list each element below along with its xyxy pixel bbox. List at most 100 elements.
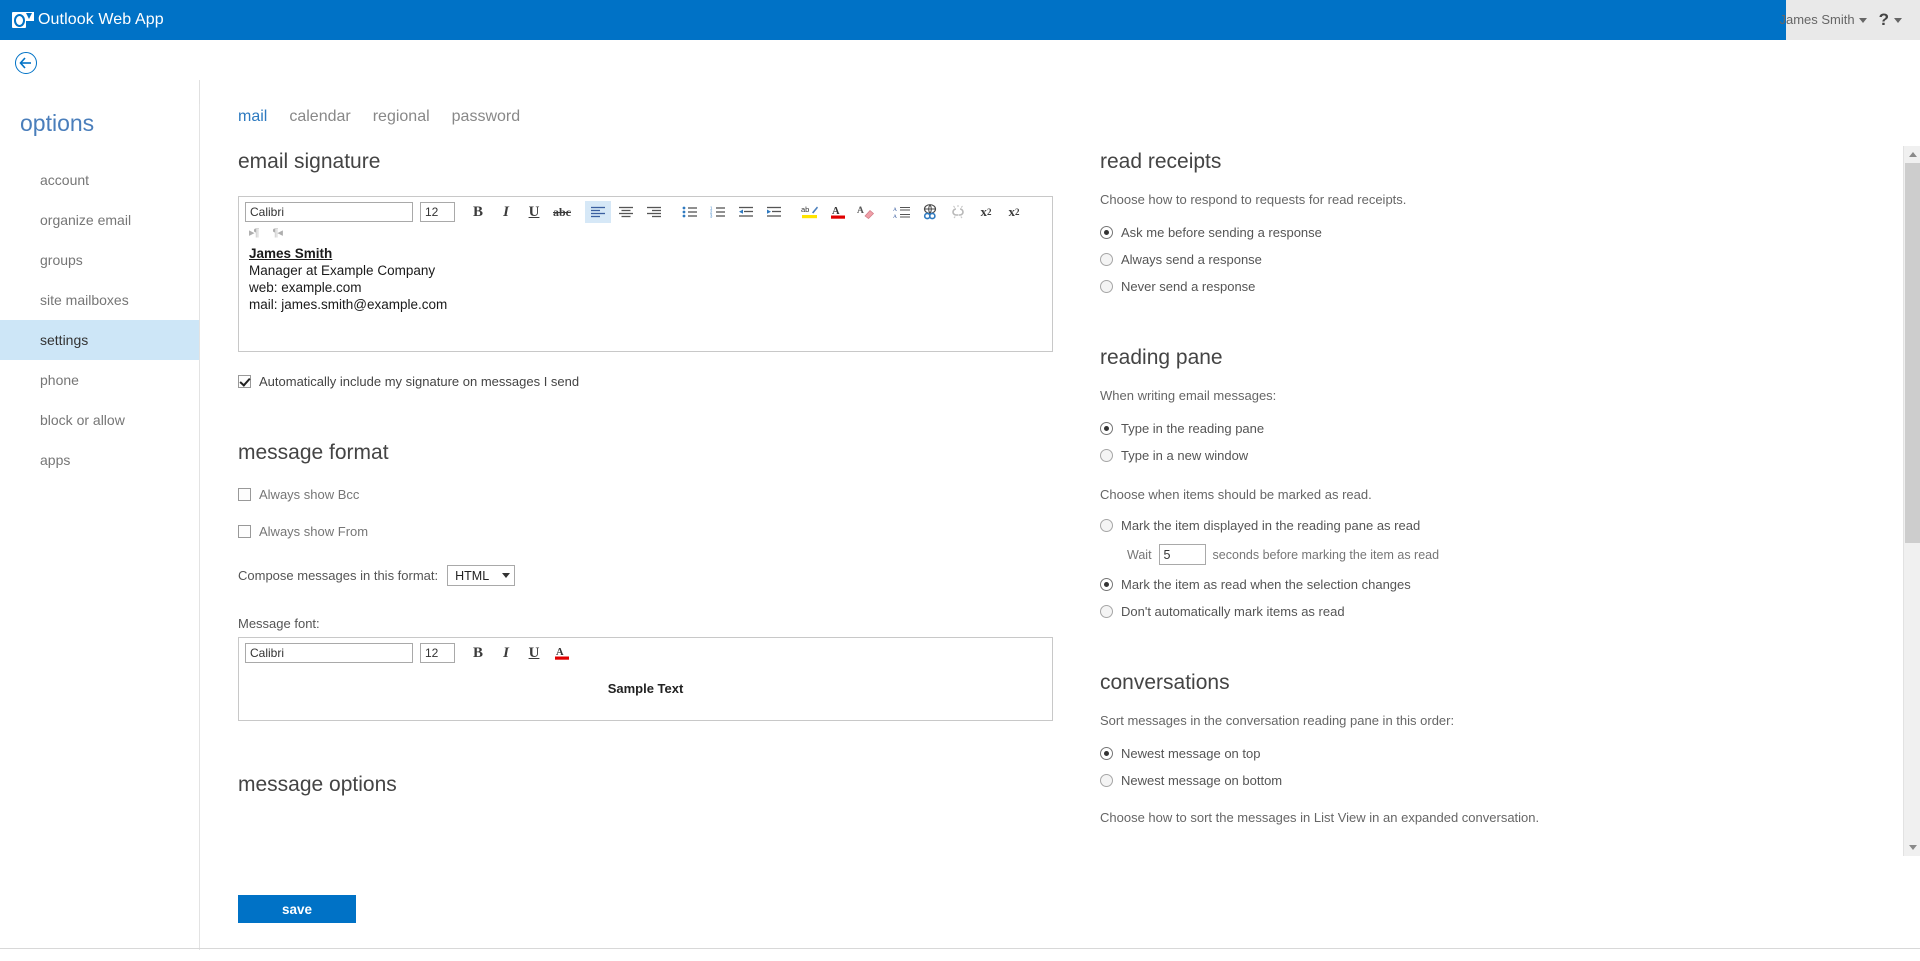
content-divider [199,104,200,950]
align-right-icon[interactable] [641,201,667,223]
always-show-from-checkbox[interactable] [238,525,251,538]
message-font-toolbar: B I U A [239,638,1052,667]
align-left-icon[interactable] [585,201,611,223]
sidebar-item-block-or-allow[interactable]: block or allow [0,400,199,440]
always-show-bcc-label: Always show Bcc [259,487,360,502]
mark-displayed-as-read-radio[interactable] [1100,519,1113,532]
always-show-from-row[interactable]: Always show From [238,524,1068,539]
read-receipt-option-ask[interactable]: Ask me before sending a response [1100,225,1900,240]
read-receipt-never-radio[interactable] [1100,280,1113,293]
subscript-icon[interactable]: x2 [1001,201,1027,223]
italic-icon[interactable]: I [493,201,519,223]
read-receipt-ask-radio[interactable] [1100,226,1113,239]
strikethrough-icon[interactable]: abc [549,201,575,223]
mark-displayed-as-read-row[interactable]: Mark the item displayed in the reading p… [1100,518,1900,533]
increase-indent-icon[interactable] [761,201,787,223]
conversations-heading: conversations [1100,671,1230,694]
always-show-bcc-checkbox[interactable] [238,488,251,501]
superscript-icon[interactable]: x2 [973,201,999,223]
compose-format-select[interactable]: HTML [447,565,516,586]
numbered-list-icon[interactable]: 1 2 3 [705,201,731,223]
message-font-color-icon[interactable]: A [549,642,575,664]
message-font-bold-icon[interactable]: B [465,642,491,664]
text-direction-rtl-icon[interactable]: ¶◂ [272,226,282,239]
sidebar-item-site-mailboxes[interactable]: site mailboxes [0,280,199,320]
scrollbar-thumb[interactable] [1905,163,1920,543]
dont-mark-automatically-row[interactable]: Don't automatically mark items as read [1100,604,1900,619]
underline-icon[interactable]: U [521,201,547,223]
message-font-sample-text: Sample Text [607,681,684,696]
scroll-up-arrow-icon[interactable] [1904,146,1920,163]
settings-left-column: email signature B I U abc [238,150,1068,819]
scroll-down-arrow-icon[interactable] [1904,839,1920,856]
sidebar-item-phone[interactable]: phone [0,360,199,400]
signature-text-area[interactable]: James Smith Manager at Example Company w… [239,243,1052,351]
sidebar-item-account[interactable]: account [0,160,199,200]
tab-mail[interactable]: mail [238,108,267,126]
tab-regional[interactable]: regional [373,108,430,126]
reading-pane-type-new-window[interactable]: Type in a new window [1100,448,1900,463]
signature-font-family-input[interactable] [245,202,413,222]
hyperlink-icon[interactable] [917,201,943,223]
wait-seconds-input[interactable] [1158,544,1206,565]
newest-on-top-radio[interactable] [1100,747,1113,760]
message-font-underline-icon[interactable]: U [521,642,547,664]
bulleted-list-icon[interactable] [677,201,703,223]
text-direction-ltr-icon[interactable]: ▸¶ [249,226,259,239]
clear-formatting-icon[interactable]: A [853,201,879,223]
read-receipt-option-always[interactable]: Always send a response [1100,252,1900,267]
auto-include-signature-row[interactable]: Automatically include my signature on me… [238,374,1068,389]
svg-text:ab: ab [801,205,809,214]
help-menu-chevron-down-icon[interactable] [1894,17,1902,23]
message-font-editor: B I U A Sample Text [238,637,1053,721]
sidebar-item-apps[interactable]: apps [0,440,199,480]
paragraph-spacing-icon[interactable]: A A [889,201,915,223]
type-in-reading-pane-radio[interactable] [1100,422,1113,435]
mark-on-selection-change-row[interactable]: Mark the item as read when the selection… [1100,577,1900,592]
wait-prefix-label: Wait [1127,547,1152,562]
decrease-indent-icon[interactable] [733,201,759,223]
user-name-button[interactable]: James Smith [1769,0,1858,40]
sidebar-item-settings[interactable]: settings [0,320,199,360]
page-title: options [20,110,95,136]
compose-format-row: Compose messages in this format: HTML [238,565,1068,586]
tab-password[interactable]: password [452,108,520,126]
sidebar-item-groups[interactable]: groups [0,240,199,280]
tab-calendar[interactable]: calendar [289,108,350,126]
sidebar-item-organize-email[interactable]: organize email [0,200,199,240]
newest-on-bottom-radio[interactable] [1100,774,1113,787]
suite-bar: Outlook Web App James Smith ? [0,0,1920,40]
signature-line-mail: mail: james.smith@example.com [249,297,448,312]
wait-suffix-label: seconds before marking the item as read [1212,547,1440,562]
newest-on-top-label: Newest message on top [1121,746,1261,761]
newest-on-bottom-row[interactable]: Newest message on bottom [1100,773,1900,788]
user-menu-chevron-down-icon[interactable] [1858,17,1867,23]
newest-on-top-row[interactable]: Newest message on top [1100,746,1900,761]
compose-format-value: HTML [455,568,490,583]
superscript-exponent: 2 [987,207,992,217]
signature-font-size-input[interactable] [420,202,455,222]
save-button[interactable]: save [238,895,356,923]
help-button[interactable]: ? [1879,0,1894,40]
font-color-icon[interactable]: A [825,201,851,223]
back-arrow-icon[interactable] [15,52,37,74]
type-in-new-window-radio[interactable] [1100,449,1113,462]
message-font-size-input[interactable] [420,643,455,663]
auto-include-signature-checkbox[interactable] [238,375,251,388]
read-receipt-option-never[interactable]: Never send a response [1100,279,1900,294]
unlink-icon[interactable] [945,201,971,223]
highlight-icon[interactable]: ab [797,201,823,223]
message-font-italic-icon[interactable]: I [493,642,519,664]
dont-mark-automatically-radio[interactable] [1100,605,1113,618]
reading-pane-type-in-pane[interactable]: Type in the reading pane [1100,421,1900,436]
vertical-scrollbar[interactable] [1903,146,1920,856]
mark-on-selection-change-radio[interactable] [1100,578,1113,591]
read-receipt-always-radio[interactable] [1100,253,1113,266]
message-font-family-input[interactable] [245,643,413,663]
bold-icon[interactable]: B [465,201,491,223]
align-center-icon[interactable] [613,201,639,223]
always-show-bcc-row[interactable]: Always show Bcc [238,487,1068,502]
